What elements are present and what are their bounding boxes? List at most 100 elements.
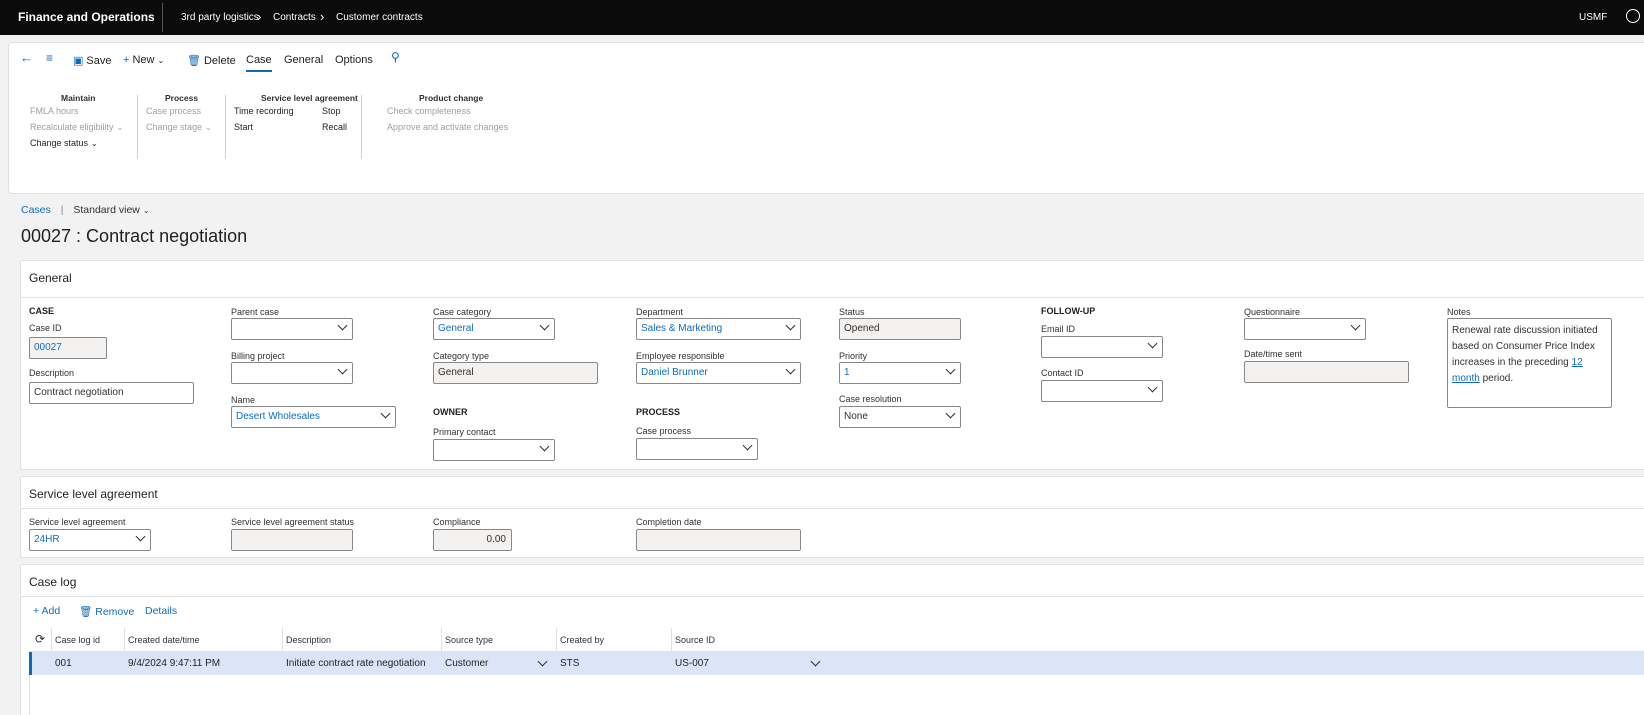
chevron-down-icon: ⌄	[205, 123, 212, 132]
contact-id-dropdown[interactable]	[1041, 380, 1163, 402]
description-field[interactable]: Contract negotiation	[29, 382, 194, 404]
delete-button[interactable]: 🗑 Delete	[187, 54, 236, 67]
category-type-label: Category type	[433, 351, 490, 361]
case-process-button[interactable]: Case process	[146, 106, 201, 116]
menu-lines-icon[interactable]: ≡	[46, 51, 56, 65]
chevron-down-icon	[785, 320, 796, 331]
email-id-label: Email ID	[1041, 324, 1076, 334]
cell-source-id[interactable]: US-007	[675, 658, 709, 669]
help-icon[interactable]	[1626, 9, 1640, 23]
back-arrow-icon[interactable]: ←	[20, 50, 36, 65]
completion-date-field[interactable]	[636, 529, 801, 551]
category-type-field[interactable]: General	[433, 362, 598, 384]
sla-label: Service level agreement	[29, 517, 126, 527]
cases-link[interactable]: Cases	[21, 204, 51, 216]
department-dropdown[interactable]: Sales & Marketing	[636, 318, 801, 340]
case-id-field[interactable]: 00027	[29, 337, 107, 359]
case-category-dropdown[interactable]: General	[433, 318, 555, 340]
add-log-button[interactable]: + Add	[33, 605, 60, 617]
breadcrumb-item-contracts[interactable]: Contracts	[273, 12, 316, 23]
compliance-label: Compliance	[433, 517, 481, 527]
col-created-date[interactable]: Created date/time	[128, 635, 200, 645]
table-row[interactable]: 001 9/4/2024 9:47:11 PM Initiate contrac…	[29, 652, 1644, 675]
billing-project-dropdown[interactable]	[231, 362, 353, 384]
questionnaire-dropdown[interactable]	[1244, 318, 1366, 340]
status-field[interactable]: Opened	[839, 318, 961, 340]
chevron-down-icon	[539, 441, 550, 452]
chevron-down-icon	[337, 364, 348, 375]
case-category-label: Case category	[433, 307, 492, 317]
refresh-icon[interactable]: ⟳	[35, 632, 45, 646]
chevron-down-icon[interactable]	[537, 656, 548, 667]
date-time-sent-field[interactable]	[1244, 361, 1409, 383]
group-divider	[361, 95, 362, 159]
breadcrumb-item-customer-contracts[interactable]: Customer contracts	[336, 12, 423, 23]
chevron-down-icon	[135, 531, 146, 542]
notes-field[interactable]: Renewal rate discussion initiated based …	[1447, 318, 1612, 408]
change-stage-button[interactable]: Change stage ⌄	[146, 122, 212, 132]
search-icon[interactable]: ⚲	[391, 50, 403, 64]
new-button[interactable]: + New ⌄	[123, 54, 164, 66]
sla-dropdown[interactable]: 24HR	[29, 529, 151, 551]
change-status-button[interactable]: Change status ⌄	[30, 138, 98, 148]
check-completeness-button[interactable]: Check completeness	[387, 106, 471, 116]
sla-header[interactable]: Service level agreement	[29, 487, 158, 501]
column-divider	[124, 628, 125, 652]
case-log-header[interactable]: Case log	[29, 575, 76, 589]
cell-description[interactable]: Initiate contract rate negotiation	[286, 658, 426, 669]
case-process-dropdown[interactable]	[636, 438, 758, 460]
compliance-field[interactable]: 0.00	[433, 529, 512, 551]
process-section-header: PROCESS	[636, 407, 681, 417]
general-panel: General CASE Case ID 00027 Description C…	[20, 260, 1644, 470]
billing-project-label: Billing project	[231, 351, 285, 361]
col-description[interactable]: Description	[286, 635, 331, 645]
breadcrumb-item-3pl[interactable]: 3rd party logistics	[181, 12, 259, 23]
employee-responsible-dropdown[interactable]: Daniel Brunner	[636, 362, 801, 384]
topbar-separator	[162, 3, 163, 32]
chevron-down-icon: ⌄	[142, 206, 150, 215]
trash-icon: 🗑	[187, 55, 201, 67]
approve-activate-changes-button[interactable]: Approve and activate changes	[387, 122, 508, 132]
stop-button[interactable]: Stop	[322, 106, 341, 116]
case-resolution-dropdown[interactable]: None	[839, 406, 961, 428]
col-source-type[interactable]: Source type	[445, 635, 493, 645]
general-header[interactable]: General	[29, 271, 72, 285]
case-process-label: Case process	[636, 426, 692, 436]
breadcrumb-divider: |	[60, 204, 64, 216]
col-created-by[interactable]: Created by	[560, 635, 604, 645]
start-button[interactable]: Start	[234, 122, 253, 132]
trash-icon: 🗑	[79, 606, 96, 618]
recalculate-eligibility-button[interactable]: Recalculate eligibility ⌄	[30, 122, 123, 132]
case-log-grid-header: ⟳ Case log id Created date/time Descript…	[29, 628, 1644, 652]
cell-source-type[interactable]: Customer	[445, 658, 488, 669]
email-id-dropdown[interactable]	[1041, 336, 1163, 358]
details-button[interactable]: Details	[145, 605, 177, 617]
chevron-down-icon	[380, 408, 391, 419]
primary-contact-dropdown[interactable]	[433, 439, 555, 461]
chevron-down-icon: ⌄	[116, 123, 124, 132]
tab-general[interactable]: General	[284, 54, 323, 66]
tab-options[interactable]: Options	[335, 54, 373, 66]
save-button[interactable]: ▣ Save	[73, 54, 111, 67]
chevron-down-icon	[742, 440, 753, 451]
chevron-down-icon[interactable]	[810, 656, 821, 667]
col-source-id[interactable]: Source ID	[675, 635, 715, 645]
view-selector[interactable]: Standard view ⌄	[73, 204, 149, 216]
recall-button[interactable]: Recall	[322, 122, 347, 132]
parent-case-label: Parent case	[231, 307, 280, 317]
chevron-right-icon: ›	[257, 9, 262, 24]
name-dropdown[interactable]: Desert Wholesales	[231, 406, 396, 428]
panel-divider	[21, 297, 1644, 298]
fmla-hours-button[interactable]: FMLA hours	[30, 106, 79, 116]
tab-case[interactable]: Case	[246, 54, 272, 72]
time-recording-button[interactable]: Time recording	[234, 106, 294, 116]
company-picker[interactable]: USMF	[1579, 12, 1607, 23]
parent-case-dropdown[interactable]	[231, 318, 353, 340]
col-case-log-id[interactable]: Case log id	[55, 635, 100, 645]
owner-section-header: OWNER	[433, 407, 468, 417]
remove-log-button[interactable]: 🗑 Remove	[79, 605, 134, 618]
priority-dropdown[interactable]: 1	[839, 362, 961, 384]
sla-panel: Service level agreement Service level ag…	[20, 476, 1644, 558]
app-name[interactable]: Finance and Operations	[18, 10, 155, 24]
sla-status-field[interactable]	[231, 529, 353, 551]
